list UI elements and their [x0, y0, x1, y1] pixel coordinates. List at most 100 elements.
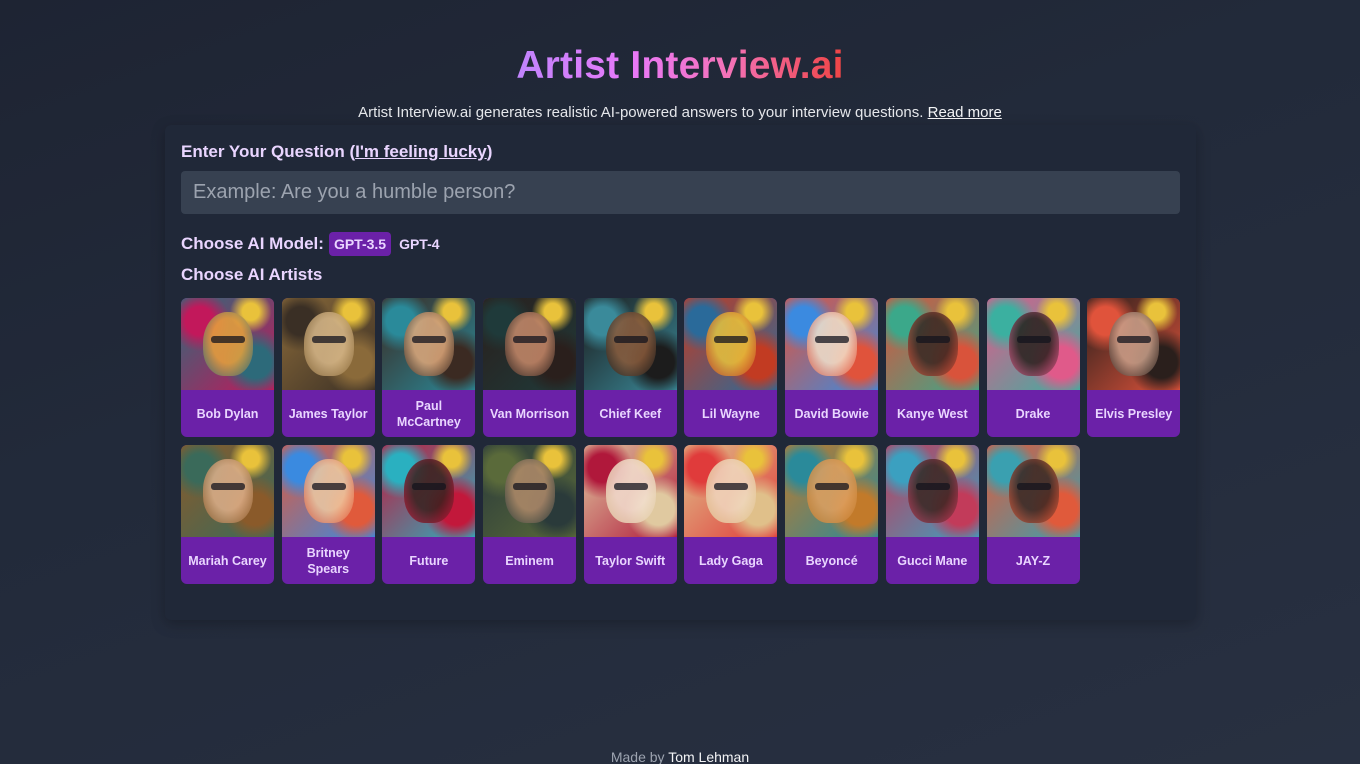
- portrait-eyes: [915, 336, 950, 343]
- artist-portrait: [986, 445, 1080, 537]
- artist-card[interactable]: David Bowie: [785, 298, 879, 437]
- portrait-face: [907, 459, 958, 523]
- portrait-face: [505, 459, 556, 523]
- portrait-eyes: [815, 336, 850, 343]
- artist-portrait: [583, 445, 677, 537]
- artist-name: JAY-Z: [1015, 553, 1051, 568]
- artist-card[interactable]: Beyoncé: [785, 445, 879, 584]
- artist-portrait: [885, 298, 979, 390]
- artist-portrait: [583, 298, 677, 390]
- question-label: Enter Your Question (I'm feeling lucky): [181, 142, 492, 162]
- portrait-face: [303, 312, 354, 376]
- artist-card[interactable]: Lil Wayne: [684, 298, 778, 437]
- author-link[interactable]: Tom Lehman: [668, 749, 749, 764]
- portrait-face: [605, 312, 656, 376]
- artist-name: David Bowie: [794, 406, 869, 421]
- artist-portrait: [181, 445, 274, 537]
- artist-card[interactable]: Britney Spears: [281, 445, 375, 584]
- portrait-eyes: [412, 483, 447, 490]
- artist-card[interactable]: Chief Keef: [583, 298, 677, 437]
- artist-name: Mariah Carey: [188, 553, 267, 568]
- artist-portrait: [785, 298, 879, 390]
- read-more-link[interactable]: Read more: [928, 104, 1002, 121]
- app-title: Artist Interview.ai: [516, 44, 844, 87]
- artist-card[interactable]: Drake: [986, 298, 1080, 437]
- artist-name: Eminem: [505, 553, 554, 568]
- portrait-face: [807, 459, 858, 523]
- portrait-eyes: [513, 336, 548, 343]
- footer-prefix: Made by: [610, 749, 665, 764]
- artist-name: Taylor Swift: [595, 553, 666, 568]
- artist-card[interactable]: Future: [382, 445, 476, 584]
- portrait-face: [706, 312, 757, 376]
- portrait-face: [605, 459, 656, 523]
- artist-portrait: [483, 445, 577, 537]
- portrait-eyes: [915, 483, 950, 490]
- artist-card[interactable]: JAY-Z: [986, 445, 1080, 584]
- portrait-face: [807, 312, 858, 376]
- feeling-lucky-link[interactable]: I'm feeling lucky: [355, 142, 487, 161]
- portrait-face: [1008, 459, 1059, 523]
- portrait-eyes: [311, 483, 346, 490]
- artist-card[interactable]: Eminem: [483, 445, 577, 584]
- artist-portrait: [382, 298, 476, 390]
- portrait-face: [505, 312, 556, 376]
- portrait-eyes: [613, 336, 648, 343]
- portrait-eyes: [1117, 336, 1152, 343]
- artist-card[interactable]: Bob Dylan: [181, 298, 274, 437]
- portrait-face: [404, 459, 455, 523]
- artist-grid: Bob Dylan James Taylor Paul McCartney Van M…: [181, 298, 1181, 584]
- artist-portrait: [281, 445, 375, 537]
- artist-name: Kanye West: [896, 406, 968, 421]
- artist-name: James Taylor: [288, 406, 368, 421]
- portrait-face: [404, 312, 455, 376]
- artist-name: Van Morrison: [489, 406, 570, 421]
- artist-card[interactable]: Kanye West: [885, 298, 979, 437]
- artist-name: Elvis Presley: [1095, 406, 1173, 421]
- artist-portrait: [986, 298, 1080, 390]
- portrait-eyes: [513, 483, 548, 490]
- footer: Made by Tom Lehman: [0, 749, 1360, 764]
- artist-portrait: [382, 445, 476, 537]
- artist-name: Paul McCartney: [396, 398, 461, 429]
- artist-portrait: [483, 298, 577, 390]
- portrait-eyes: [613, 483, 648, 490]
- artist-card[interactable]: Gucci Mane: [885, 445, 979, 584]
- model-option-gpt-3-5[interactable]: GPT-3.5: [328, 232, 392, 256]
- artist-card[interactable]: Van Morrison: [483, 298, 577, 437]
- portrait-face: [1008, 312, 1059, 376]
- portrait-face: [1109, 312, 1160, 376]
- artist-card[interactable]: Mariah Carey: [181, 445, 274, 584]
- artist-name: Bob Dylan: [196, 406, 259, 421]
- model-selector: Choose AI Model: GPT-3.5 GPT-4: [181, 232, 448, 256]
- portrait-eyes: [1016, 483, 1051, 490]
- model-label: Choose AI Model:: [181, 234, 324, 253]
- paren-open: (: [344, 142, 356, 161]
- portrait-eyes: [714, 483, 749, 490]
- artist-portrait: [181, 298, 274, 390]
- artist-portrait: [684, 445, 778, 537]
- artist-portrait: [785, 445, 879, 537]
- portrait-face: [303, 459, 354, 523]
- artist-card[interactable]: James Taylor: [281, 298, 375, 437]
- artist-card[interactable]: Elvis Presley: [1087, 298, 1181, 437]
- portrait-face: [706, 459, 757, 523]
- artist-card[interactable]: Lady Gaga: [684, 445, 778, 584]
- portrait-eyes: [412, 336, 447, 343]
- portrait-eyes: [714, 336, 749, 343]
- subtitle-text: Artist Interview.ai generates realistic …: [358, 104, 924, 121]
- artist-portrait: [684, 298, 778, 390]
- artist-name: Beyoncé: [805, 553, 858, 568]
- question-input[interactable]: [181, 171, 1180, 214]
- subtitle: Artist Interview.ai generates realistic …: [0, 104, 1360, 121]
- paren-close: ): [486, 142, 493, 161]
- artist-portrait: [281, 298, 375, 390]
- artist-card[interactable]: Taylor Swift: [583, 445, 677, 584]
- artist-name: Lady Gaga: [698, 553, 763, 568]
- model-option-gpt-4[interactable]: GPT-4: [394, 232, 444, 256]
- artist-name: Future: [409, 553, 449, 568]
- artist-card[interactable]: Paul McCartney: [382, 298, 476, 437]
- artist-portrait: [1087, 298, 1181, 390]
- interview-panel: Enter Your Question (I'm feeling lucky) …: [165, 125, 1196, 620]
- artist-name: Britney Spears: [306, 545, 350, 576]
